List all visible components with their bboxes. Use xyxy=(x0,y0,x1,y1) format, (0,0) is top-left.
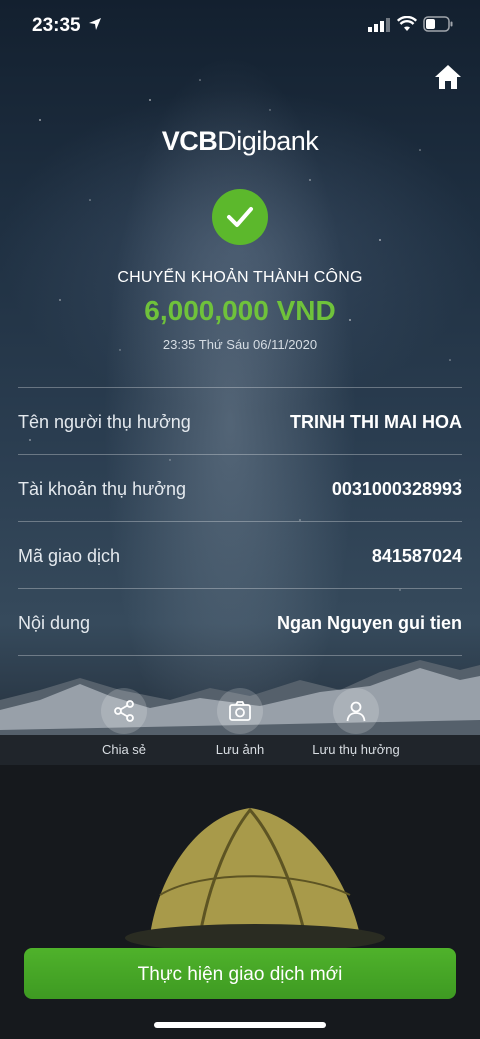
transfer-amount: 6,000,000 VND xyxy=(144,295,336,326)
save-beneficiary-button[interactable]: Lưu thụ hưởng xyxy=(296,688,416,757)
user-icon xyxy=(346,701,366,722)
save-beneficiary-button-circle[interactable] xyxy=(333,688,379,734)
detail-label: Tên người thụ hưởng xyxy=(18,412,191,432)
cellular-signal-icon xyxy=(368,18,390,32)
transfer-status-title: CHUYỂN KHOẢN THÀNH CÔNG xyxy=(117,269,363,286)
transfer-datetime: 23:35 Thứ Sáu 06/11/2020 xyxy=(162,337,318,352)
transaction-details: Tên người thụ hưởng TRINH THI MAI HOA Tà… xyxy=(18,387,462,656)
save-beneficiary-label: Lưu thụ hưởng xyxy=(312,742,400,757)
wifi-icon xyxy=(397,16,417,31)
home-icon[interactable] xyxy=(433,63,463,91)
detail-value: TRINH THI MAI HOA xyxy=(290,412,462,432)
logo-digibank: Digibank xyxy=(217,126,319,156)
share-label: Chia sẻ xyxy=(101,742,147,757)
status-time: 23:35 xyxy=(32,15,81,36)
detail-row-beneficiary-account: Tài khoản thụ hưởng 0031000328993 xyxy=(18,454,462,521)
detail-row-beneficiary-name: Tên người thụ hưởng TRINH THI MAI HOA xyxy=(18,387,462,454)
detail-row-transaction-id: Mã giao dịch 841587024 xyxy=(18,521,462,588)
share-button-circle[interactable] xyxy=(101,688,147,734)
logo-vcb: VCB xyxy=(161,126,218,156)
new-transaction-button[interactable]: Thực hiện giao dịch mới xyxy=(24,948,456,999)
checkmark-icon xyxy=(227,207,253,227)
battery-icon xyxy=(423,16,453,32)
share-button[interactable]: Chia sẻ xyxy=(64,688,184,757)
save-image-button-circle[interactable] xyxy=(217,688,263,734)
success-check-badge xyxy=(212,189,268,245)
camera-icon xyxy=(229,701,251,721)
detail-row-content: Nội dung Ngan Nguyen gui tien xyxy=(18,588,462,656)
location-arrow-icon xyxy=(89,18,101,30)
detail-label: Mã giao dịch xyxy=(18,546,121,566)
vcb-digibank-logo: VCBDigibank xyxy=(0,126,480,157)
detail-value: Ngan Nguyen gui tien xyxy=(276,613,462,633)
detail-label: Tài khoản thụ hưởng xyxy=(18,479,186,499)
detail-value: 0031000328993 xyxy=(331,479,462,499)
detail-value: 841587024 xyxy=(371,546,462,566)
status-bar: 23:35 xyxy=(0,0,480,54)
share-icon xyxy=(114,700,134,722)
home-indicator-bar[interactable] xyxy=(154,1022,326,1028)
save-image-label: Lưu ảnh xyxy=(215,742,265,757)
detail-label: Nội dung xyxy=(18,613,91,633)
save-image-button[interactable]: Lưu ảnh xyxy=(180,688,300,757)
